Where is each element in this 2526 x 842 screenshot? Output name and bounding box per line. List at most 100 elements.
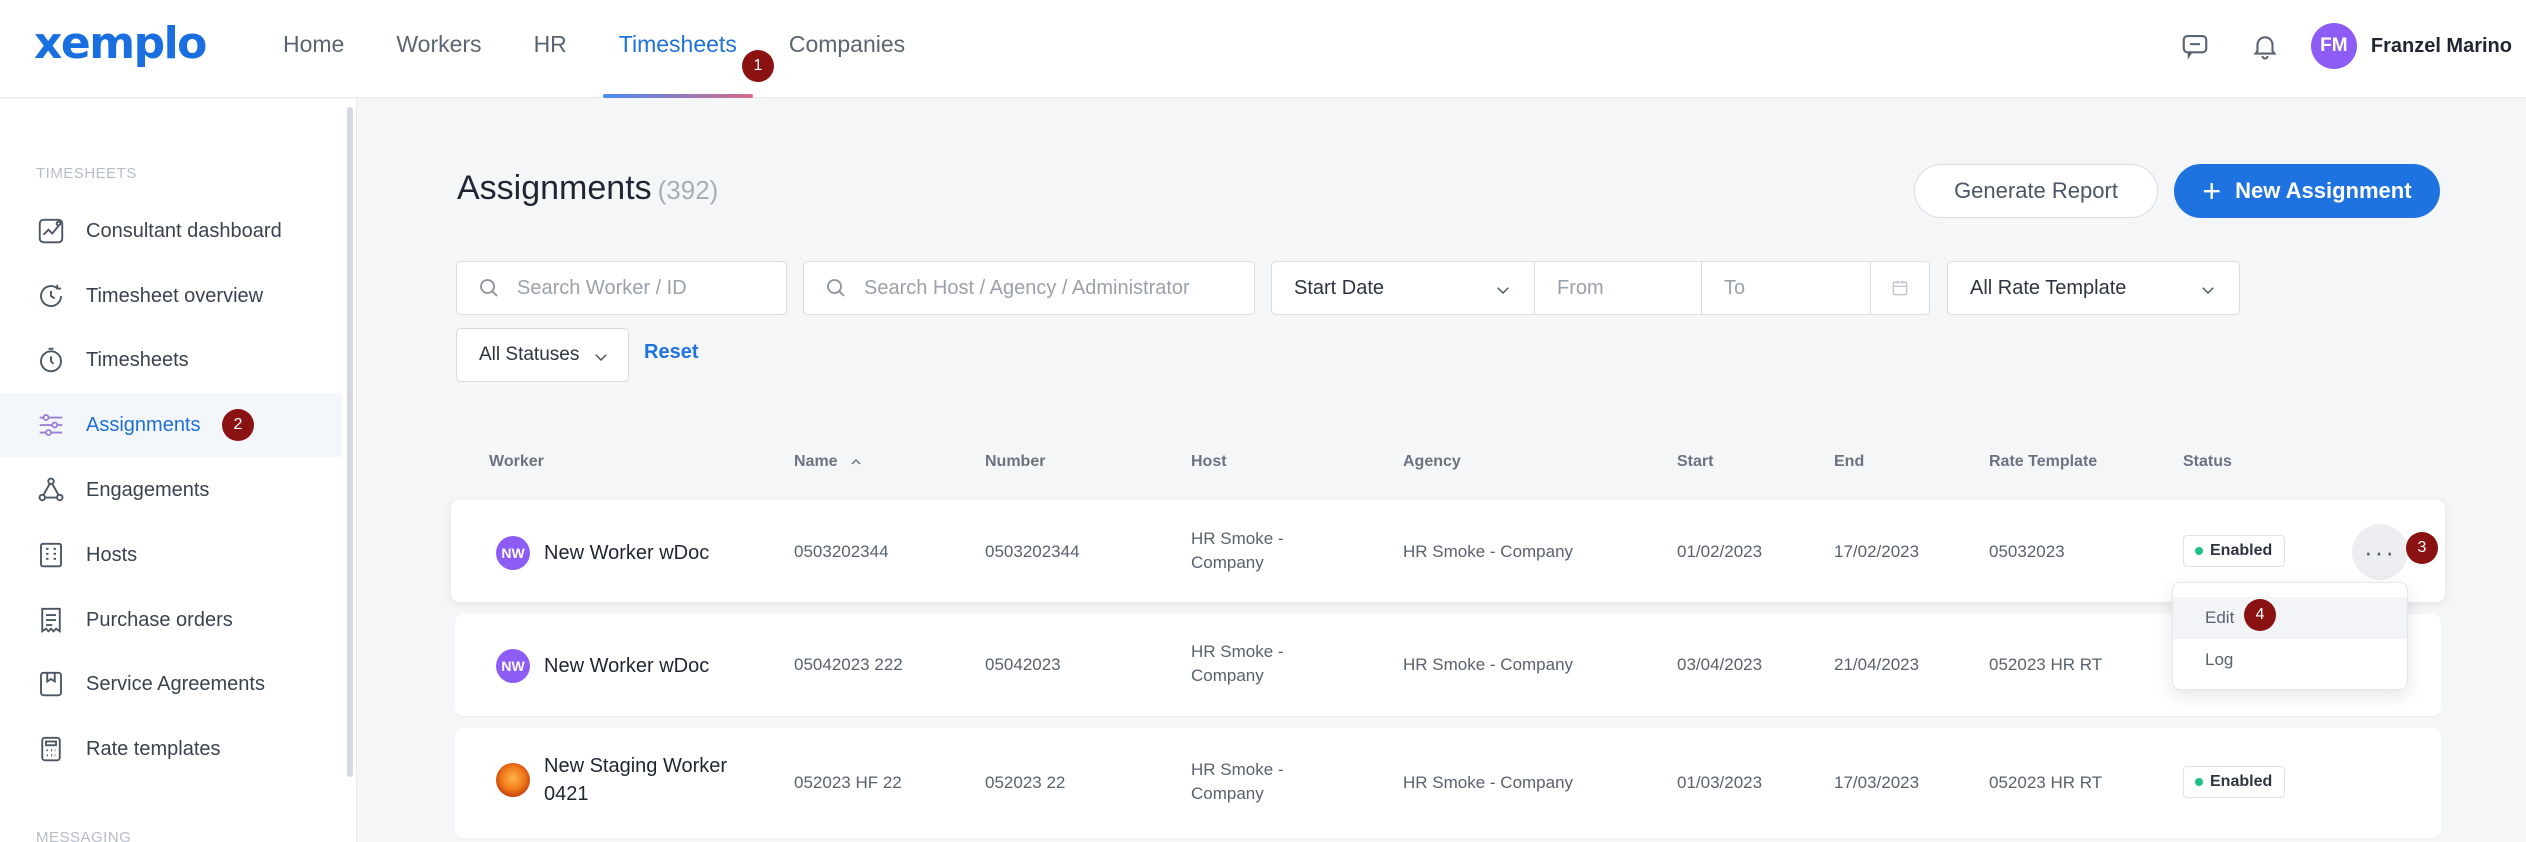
- date-type-select[interactable]: Start Date: [1271, 261, 1535, 315]
- assignment-count: (392): [657, 175, 719, 205]
- col-header-status[interactable]: Status: [2183, 453, 2232, 471]
- sidebar-item-label: Hosts: [86, 543, 138, 566]
- sidebar-item-timesheets[interactable]: Timesheets: [0, 328, 342, 392]
- bell-icon[interactable]: [2241, 22, 2289, 70]
- worker-name: New Staging Worker 0421: [544, 755, 728, 805]
- to-date-input[interactable]: [1724, 276, 1870, 300]
- end-cell: 21/04/2023: [1834, 655, 1920, 674]
- menu-item-log[interactable]: Log: [2173, 639, 2407, 681]
- sidebar-item-service-agreements[interactable]: Service Agreements: [0, 652, 342, 716]
- col-header-host[interactable]: Host: [1191, 453, 1227, 471]
- sidebar-item-rate-templates[interactable]: Rate templates: [0, 717, 342, 781]
- nav-home[interactable]: Home: [283, 0, 344, 98]
- generate-report-button[interactable]: Generate Report: [1914, 164, 2158, 218]
- agency-cell: HR Smoke - Company: [1403, 542, 1574, 561]
- date-type-value: Start Date: [1294, 276, 1385, 299]
- page-title-text: Assignments: [457, 169, 652, 207]
- building-icon: [40, 542, 62, 568]
- worker-cell[interactable]: New Staging Worker 0421: [496, 752, 756, 808]
- nav-timesheets-label: Timesheets: [618, 31, 737, 57]
- search-host-input[interactable]: [864, 276, 1254, 300]
- chevron-down-icon: [1497, 287, 1509, 295]
- new-assignment-button[interactable]: + New Assignment: [2174, 164, 2440, 218]
- annotation-badge-2: 2: [222, 409, 254, 441]
- sidebar-item-assignments[interactable]: Assignments: [0, 393, 342, 457]
- sidebar-item-label: Service Agreements: [86, 672, 265, 695]
- sidebar-item-engagements[interactable]: Engagements: [0, 458, 342, 522]
- sidebar-section-messaging: MESSAGING: [36, 829, 132, 842]
- nav-companies[interactable]: Companies: [789, 0, 905, 98]
- sidebar-item-label: Purchase orders: [86, 608, 233, 631]
- chat-icon[interactable]: [2171, 22, 2219, 70]
- annotation-badge-4: 4: [2244, 599, 2276, 631]
- search-worker-input[interactable]: [517, 276, 786, 300]
- rate-template-value: All Rate Template: [1970, 276, 2127, 299]
- annotation-badge-1: 1: [742, 50, 774, 82]
- worker-name: New Worker wDoc: [544, 655, 710, 677]
- col-header-end[interactable]: End: [1834, 453, 1864, 471]
- row-actions-button[interactable]: ···: [2352, 524, 2408, 580]
- col-header-name[interactable]: Name: [794, 453, 864, 471]
- col-header-worker[interactable]: Worker: [489, 453, 544, 471]
- host-cell: HR Smoke - Company: [1191, 642, 1284, 685]
- worker-cell[interactable]: NW New Worker wDoc: [496, 649, 709, 683]
- sidebar-item-label: Assignments: [86, 413, 201, 436]
- user-area: FM Franzel Marino: [2171, 22, 2512, 70]
- agency-cell: HR Smoke - Company: [1403, 655, 1574, 674]
- nav-hr[interactable]: HR: [534, 0, 567, 98]
- sidebar-item-label: Consultant dashboard: [86, 219, 282, 242]
- reset-filters-link[interactable]: Reset: [644, 341, 698, 364]
- col-header-start[interactable]: Start: [1677, 453, 1713, 471]
- from-date-field[interactable]: [1534, 261, 1702, 315]
- rate-template-select[interactable]: All Rate Template: [1947, 261, 2240, 315]
- sliders-icon: [39, 414, 63, 436]
- more-horizontal-icon: ···: [2364, 536, 2396, 567]
- start-cell: 03/04/2023: [1677, 655, 1763, 674]
- to-date-field[interactable]: [1701, 261, 1871, 315]
- bookmark-doc-icon: [40, 671, 62, 697]
- from-date-input[interactable]: [1557, 276, 1701, 300]
- chevron-down-icon: [595, 354, 607, 362]
- start-cell: 01/03/2023: [1677, 773, 1763, 792]
- user-name[interactable]: Franzel Marino: [2371, 35, 2512, 58]
- col-header-agency[interactable]: Agency: [1403, 453, 1461, 471]
- agency-cell: HR Smoke - Company: [1403, 773, 1574, 792]
- nav-workers[interactable]: Workers: [396, 0, 481, 98]
- worker-photo: [496, 763, 530, 797]
- sidebar-item-label: Timesheet overview: [86, 284, 264, 307]
- sidebar-item-purchase-orders[interactable]: Purchase orders: [0, 588, 342, 652]
- col-header-number[interactable]: Number: [985, 453, 1045, 471]
- calendar-button[interactable]: [1870, 261, 1930, 315]
- sidebar-item-hosts[interactable]: Hosts: [0, 523, 342, 587]
- stopwatch-icon: [40, 347, 62, 373]
- start-cell: 01/02/2023: [1677, 542, 1763, 561]
- top-navbar: xemplo Home Workers HR Timesheets Compan…: [0, 0, 2526, 98]
- worker-cell[interactable]: NW New Worker wDoc: [496, 536, 709, 570]
- row-actions-menu: Edit Log: [2172, 582, 2408, 690]
- end-cell: 17/02/2023: [1834, 542, 1920, 561]
- sidebar-item-label: Timesheets: [86, 348, 189, 371]
- number-cell: 0503202344: [985, 542, 1080, 561]
- calculator-icon: [41, 736, 61, 762]
- sidebar-item-consultant-dashboard[interactable]: Consultant dashboard: [0, 199, 342, 263]
- number-cell: 052023 22: [985, 773, 1066, 792]
- xemplo-logo[interactable]: xemplo: [34, 18, 207, 69]
- worker-name: New Worker wDoc: [544, 542, 710, 564]
- sidebar: TIMESHEETS Consultant dashboard Timeshee…: [0, 99, 357, 842]
- nav-timesheets[interactable]: Timesheets: [602, 0, 753, 98]
- sidebar-item-timesheet-overview[interactable]: Timesheet overview: [0, 264, 342, 328]
- end-cell: 17/03/2023: [1834, 773, 1920, 792]
- sidebar-scrollbar[interactable]: [347, 107, 353, 777]
- col-header-rate-template[interactable]: Rate Template: [1989, 453, 2097, 471]
- rate-template-cell: 052023 HR RT: [1989, 655, 2103, 674]
- col-header-name-label: Name: [794, 453, 838, 470]
- status-select[interactable]: All Statuses: [456, 328, 629, 382]
- sidebar-item-label: Engagements: [86, 478, 210, 501]
- menu-item-edit[interactable]: Edit: [2173, 597, 2407, 639]
- name-cell: 0503202344: [794, 542, 889, 561]
- search-worker-field[interactable]: [456, 261, 787, 315]
- annotation-badge-3: 3: [2406, 532, 2438, 564]
- status-badge: Enabled: [2183, 766, 2286, 798]
- search-host-field[interactable]: [803, 261, 1255, 315]
- user-avatar[interactable]: FM: [2310, 23, 2357, 69]
